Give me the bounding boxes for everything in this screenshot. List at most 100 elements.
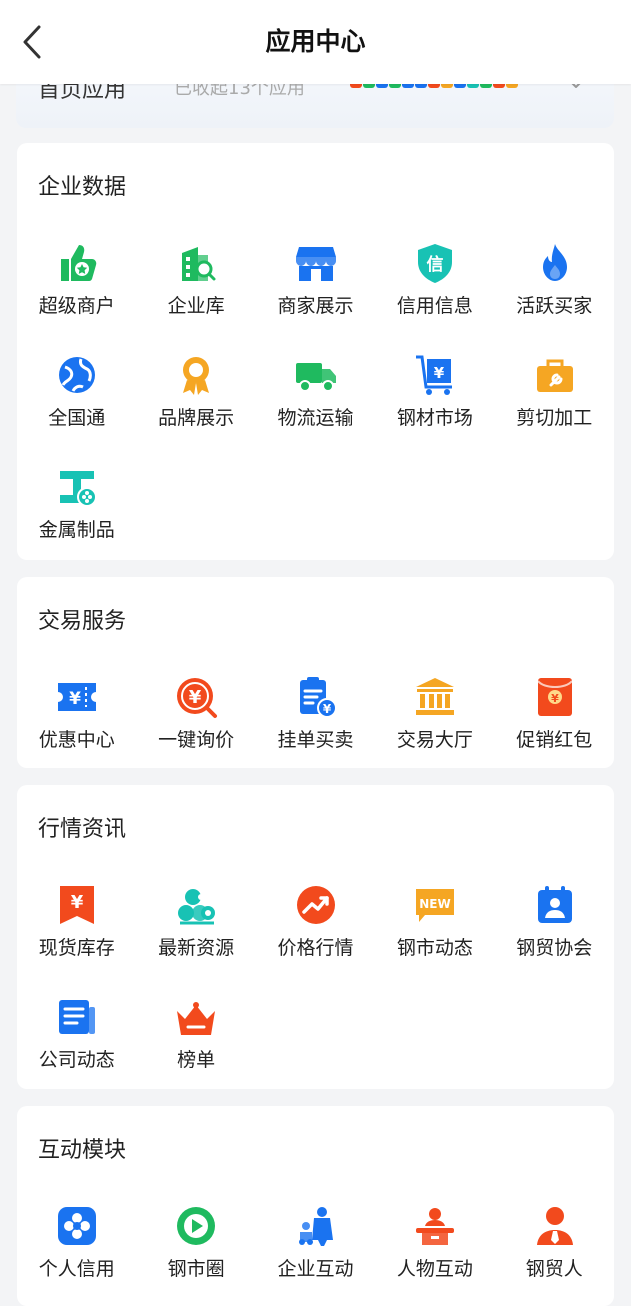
app-item-label: 剪切加工: [516, 407, 593, 429]
section-grid: 超级商户 企业库 商家展示信信用信息 活跃买家 全国通 品牌展示 物流运输 ¥ 钢材市场 剪切加工…: [17, 225, 614, 561]
svg-text:¥: ¥: [434, 364, 445, 382]
app-item-label: 超级商户: [38, 295, 115, 317]
app-item[interactable]: ¥ 挂单买卖: [256, 659, 375, 771]
section-card: 行情资讯 ¥ 现货库存 最新资源 价格行情 NEW 钢市动态 钢贸协会公司动态 榜单: [17, 785, 614, 1089]
app-item-label: 一键询价: [158, 729, 235, 751]
section-card: 交易服务 ¥ 优惠中心 ¥ 一键询价 ¥ 挂单买卖 交易大厅 ¥ 促销红包: [17, 577, 614, 768]
play-circle-icon: [174, 1204, 218, 1248]
trend-up-icon: [294, 883, 338, 927]
app-item[interactable]: 交易大厅: [375, 659, 494, 771]
app-item[interactable]: 人物互动: [375, 1188, 494, 1300]
svg-text:¥: ¥: [189, 687, 202, 708]
section-grid: ¥ 现货库存 最新资源 价格行情 NEW 钢市动态 钢贸协会公司动态 榜单: [17, 867, 614, 1091]
app-item-label: 金属制品: [38, 519, 115, 541]
section-grid: ¥ 优惠中心 ¥ 一键询价 ¥ 挂单买卖 交易大厅 ¥ 促销红包: [17, 659, 614, 771]
section-grid: 个人信用 钢市圈 企业互动 人物互动 钢贸人: [17, 1188, 614, 1300]
app-item-label: 促销红包: [516, 729, 593, 751]
app-item[interactable]: ¥ 优惠中心: [17, 659, 136, 771]
business-people-icon: [294, 1204, 338, 1248]
app-header: 应用中心: [0, 0, 631, 84]
app-item-label: 钢贸协会: [516, 937, 593, 959]
app-item[interactable]: 商家展示: [256, 225, 375, 337]
app-item[interactable]: 最新资源: [136, 867, 255, 979]
app-item-label: 商家展示: [277, 295, 354, 317]
newspaper-icon: [55, 995, 99, 1039]
basket-crown-icon: [174, 995, 218, 1039]
flame-icon: [533, 241, 577, 285]
app-item[interactable]: 金属制品: [17, 449, 136, 561]
app-item-label: 企业互动: [277, 1258, 354, 1280]
yuan-search-icon: ¥: [174, 675, 218, 719]
app-item[interactable]: 活跃买家: [495, 225, 614, 337]
hall-building-icon: [413, 675, 457, 719]
app-item[interactable]: 信信用信息: [375, 225, 494, 337]
app-item-label: 钢材市场: [396, 407, 473, 429]
storefront-icon: [294, 241, 338, 285]
app-item-label: 企业库: [167, 295, 225, 317]
app-item[interactable]: 榜单: [136, 979, 255, 1091]
app-item[interactable]: 钢贸人: [495, 1188, 614, 1300]
app-item[interactable]: 超级商户: [17, 225, 136, 337]
app-item[interactable]: 企业互动: [256, 1188, 375, 1300]
red-envelope-icon: ¥: [533, 675, 577, 719]
app-item-label: 物流运输: [277, 407, 354, 429]
app-item[interactable]: ¥ 促销红包: [495, 659, 614, 771]
section-title: 互动模块: [38, 1138, 127, 1163]
yuan-ticket-icon: ¥: [55, 675, 99, 719]
section-title: 企业数据: [38, 175, 127, 200]
app-item-label: 钢市动态: [396, 937, 473, 959]
svg-text:信: 信: [427, 254, 444, 275]
svg-text:¥: ¥: [71, 892, 84, 913]
app-item-label: 挂单买卖: [277, 729, 354, 751]
svg-text:NEW: NEW: [419, 897, 450, 911]
app-item-label: 公司动态: [38, 1049, 115, 1071]
app-item[interactable]: 企业库: [136, 225, 255, 337]
app-item-label: 人物互动: [396, 1258, 473, 1280]
calendar-person-icon: [533, 883, 577, 927]
app-item-label: 活跃买家: [516, 295, 593, 317]
app-item[interactable]: 价格行情: [256, 867, 375, 979]
cart-yuan-icon: ¥: [413, 353, 457, 397]
toolbox-wrench-icon: [533, 353, 577, 397]
svg-text:¥: ¥: [69, 689, 81, 709]
building-search-icon: [174, 241, 218, 285]
app-item[interactable]: 个人信用: [17, 1188, 136, 1300]
speaker-podium-icon: [413, 1204, 457, 1248]
clipboard-yuan-icon: ¥: [294, 675, 338, 719]
thumbs-up-star-icon: [55, 241, 99, 285]
app-item[interactable]: 物流运输: [256, 337, 375, 449]
app-item[interactable]: 剪切加工: [495, 337, 614, 449]
globe-icon: [55, 353, 99, 397]
yuan-bookmark-icon: ¥: [55, 883, 99, 927]
app-item-label: 最新资源: [158, 937, 235, 959]
app-item[interactable]: NEW 钢市动态: [375, 867, 494, 979]
app-item-label: 价格行情: [277, 937, 354, 959]
page-title: 应用中心: [265, 27, 366, 56]
award-ribbon-icon: [174, 353, 218, 397]
app-item-label: 全国通: [48, 407, 106, 429]
app-item-label: 钢贸人: [525, 1258, 583, 1280]
app-item[interactable]: 公司动态: [17, 979, 136, 1091]
section-title: 行情资讯: [38, 817, 127, 842]
section-card: 互动模块 个人信用 钢市圈 企业互动 人物互动 钢贸人: [17, 1106, 614, 1306]
app-item-label: 交易大厅: [396, 729, 473, 751]
credit-shield-icon: 信: [413, 241, 457, 285]
app-item[interactable]: 品牌展示: [136, 337, 255, 449]
new-badge-icon: NEW: [413, 883, 457, 927]
truck-icon: [294, 353, 338, 397]
app-item[interactable]: 钢市圈: [136, 1188, 255, 1300]
app-item[interactable]: ¥ 现货库存: [17, 867, 136, 979]
app-item-label: 优惠中心: [38, 729, 115, 751]
app-item[interactable]: 钢贸协会: [495, 867, 614, 979]
svg-text:¥: ¥: [551, 692, 559, 705]
app-item[interactable]: ¥ 钢材市场: [375, 337, 494, 449]
app-item-label: 现货库存: [38, 937, 115, 959]
app-item-label: 信用信息: [396, 295, 473, 317]
app-item-label: 个人信用: [38, 1258, 115, 1280]
app-item-label: 钢市圈: [167, 1258, 225, 1280]
steel-beam-icon: [55, 465, 99, 509]
app-item[interactable]: 全国通: [17, 337, 136, 449]
app-item-label: 榜单: [177, 1049, 216, 1071]
app-item[interactable]: ¥ 一键询价: [136, 659, 255, 771]
steel-coils-icon: [174, 883, 218, 927]
